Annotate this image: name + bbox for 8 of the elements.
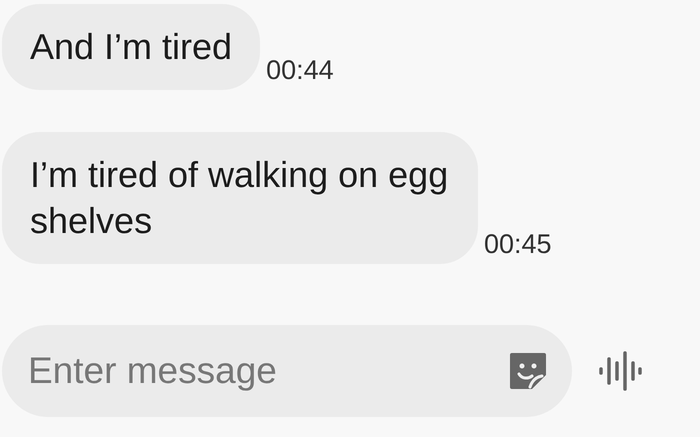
message-input[interactable]: Enter message (26, 349, 508, 393)
voice-icon[interactable] (598, 350, 642, 392)
message-time: 00:44 (266, 55, 334, 86)
message-time: 00:45 (484, 229, 552, 260)
message-bubble: I’m tired of walking on egg shelves (2, 132, 478, 264)
sticker-icon[interactable] (508, 351, 548, 391)
message-bubble: And I’m tired (2, 4, 260, 90)
message-field[interactable]: Enter message (2, 325, 572, 417)
